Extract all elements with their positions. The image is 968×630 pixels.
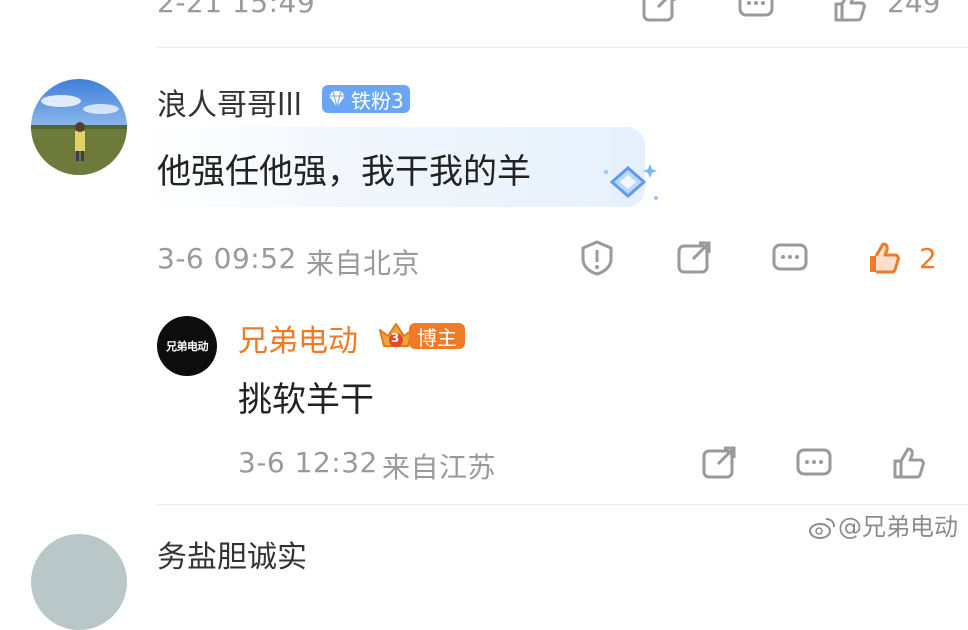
watermark-text: @兄弟电动 xyxy=(838,513,958,541)
like-icon-active[interactable] xyxy=(866,240,902,276)
comment-like-count: 2 xyxy=(919,242,937,275)
reply-location: 来自江苏 xyxy=(382,451,497,484)
like-icon[interactable] xyxy=(891,445,927,481)
share-icon[interactable] xyxy=(641,0,677,24)
diamond-icon xyxy=(329,90,345,108)
reply-text: 挑软羊干 xyxy=(238,380,374,420)
weibo-logo-icon xyxy=(809,518,835,539)
avatar[interactable]: 兄弟电动 xyxy=(157,316,217,376)
comment-timestamp: 3-6 09:52 xyxy=(157,242,297,275)
report-icon[interactable] xyxy=(579,239,615,277)
avatar-logo-text: 兄弟电动 xyxy=(166,340,209,353)
comment-icon[interactable] xyxy=(737,0,775,22)
fan-badge: 铁粉3 xyxy=(322,85,410,113)
avatar[interactable] xyxy=(31,534,127,630)
comment-location: 来自北京 xyxy=(306,247,421,280)
comment-icon[interactable] xyxy=(771,242,809,276)
like-icon[interactable] xyxy=(832,0,868,24)
reply-username[interactable]: 兄弟电动 xyxy=(238,316,358,360)
comment-icon[interactable] xyxy=(795,447,833,481)
watermark: @兄弟电动 xyxy=(808,507,958,542)
fan-badge-label: 铁粉3 xyxy=(351,88,404,113)
blogger-badge: 博主 xyxy=(409,323,465,350)
top-like-count: 249 xyxy=(887,0,941,19)
reply-timestamp: 3-6 12:32 xyxy=(238,446,378,479)
avatar[interactable] xyxy=(31,79,127,175)
comment-username[interactable]: 浪人哥哥lll xyxy=(157,80,302,124)
share-icon[interactable] xyxy=(676,240,712,276)
diamond-sticker-icon xyxy=(598,158,662,210)
top-timestamp: 2-21 15:49 xyxy=(157,0,316,19)
divider xyxy=(157,504,968,505)
comment-text: 他强任他强，我干我的羊 xyxy=(157,152,531,192)
blogger-badge-label: 博主 xyxy=(417,325,457,350)
level-number: 3 xyxy=(391,331,400,345)
divider xyxy=(157,47,968,48)
next-username[interactable]: 务盐胆诚实 xyxy=(157,532,307,576)
share-icon[interactable] xyxy=(701,445,737,481)
